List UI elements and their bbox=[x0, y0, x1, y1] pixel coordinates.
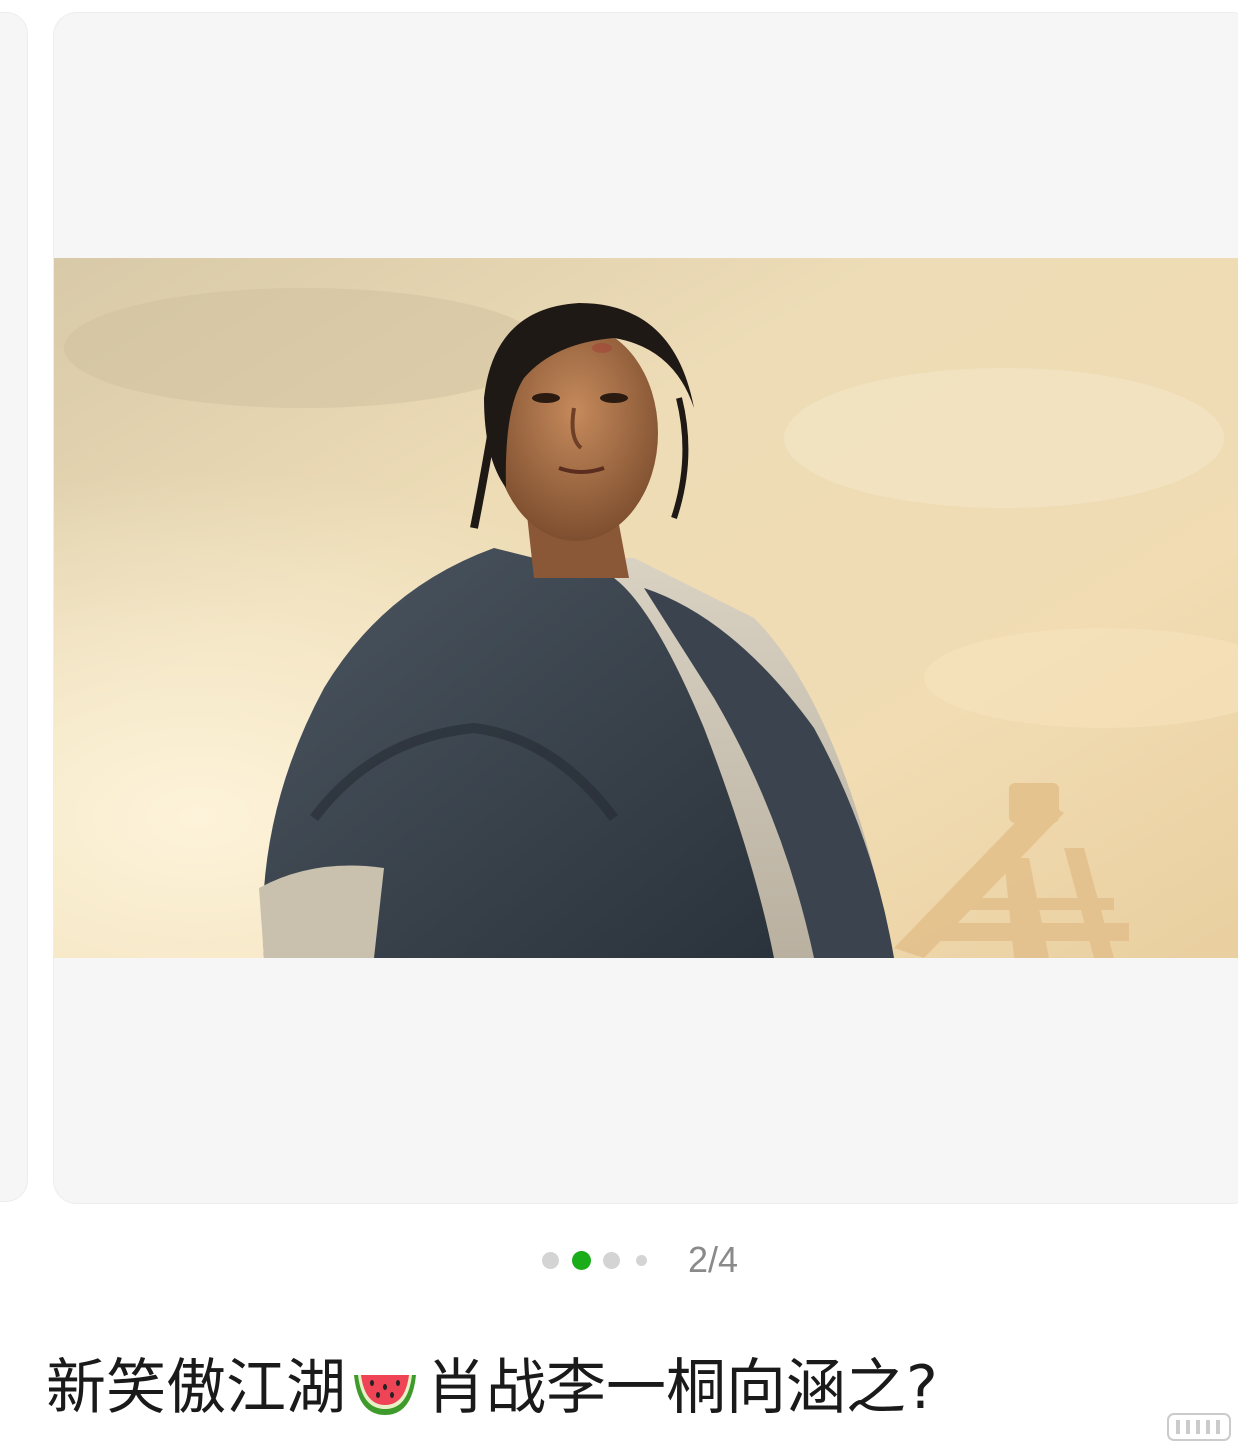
post-title-part1: 新笑傲江湖 bbox=[46, 1353, 346, 1423]
slide-photo[interactable] bbox=[54, 258, 1238, 958]
photo-illustration bbox=[54, 258, 1238, 958]
carousel-pager: 2/4 bbox=[0, 1238, 1238, 1282]
watermark-logo-icon bbox=[1166, 1406, 1232, 1446]
pagination-dot-1[interactable] bbox=[542, 1252, 559, 1269]
pagination-dot-4[interactable] bbox=[636, 1255, 647, 1266]
post-title-part2: 肖战李一桐向涵之? bbox=[426, 1353, 938, 1423]
pagination-dot-3[interactable] bbox=[603, 1252, 620, 1269]
watermelon-icon bbox=[350, 1353, 420, 1423]
post-page: 2/4 新笑傲江湖 肖战李一桐向涵之? bbox=[0, 0, 1238, 1456]
image-carousel[interactable] bbox=[53, 12, 1238, 1204]
previous-slide-edge[interactable] bbox=[0, 12, 28, 1202]
pagination-dot-2-active[interactable] bbox=[572, 1251, 591, 1270]
post-title: 新笑傲江湖 肖战李一桐向涵之? bbox=[46, 1348, 938, 1428]
page-counter: 2/4 bbox=[688, 1239, 739, 1280]
